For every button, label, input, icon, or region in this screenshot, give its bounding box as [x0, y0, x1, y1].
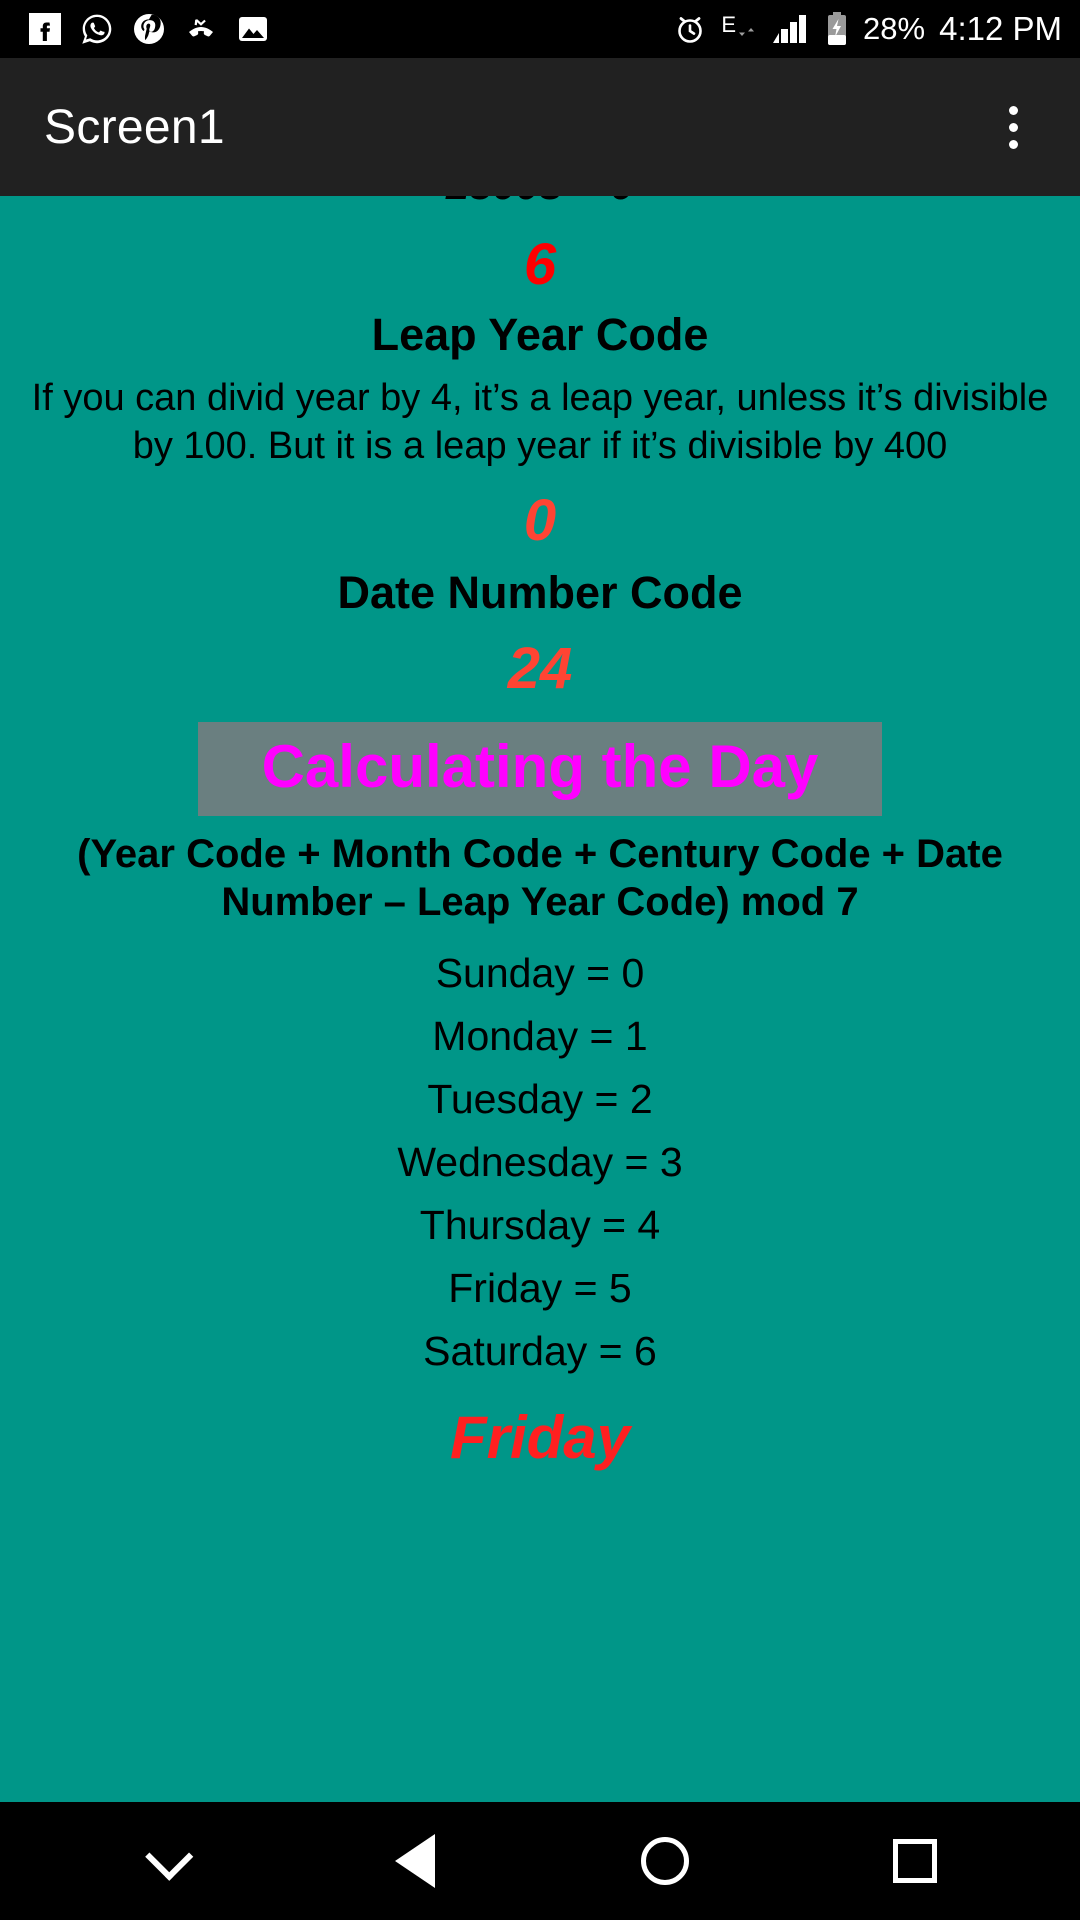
overflow-menu-icon[interactable] — [978, 92, 1048, 162]
status-bar: E 28% 4:12 PM — [0, 0, 1080, 58]
dot-3 — [1008, 139, 1018, 149]
leap-year-code-value: 0 — [523, 488, 557, 553]
dot-1 — [1008, 105, 1018, 115]
content-stack: 2300s = 0 6 Leap Year Code If you can di… — [0, 196, 1080, 1471]
status-bar-system: E 28% 4:12 PM — [673, 10, 1062, 48]
data-transfer-icon — [737, 14, 757, 44]
system-navigation-bar — [0, 1802, 1080, 1920]
list-item: Sunday = 0 — [435, 950, 645, 996]
leap-year-code-heading: Leap Year Code — [371, 309, 709, 360]
day-code-list: Sunday = 0 Monday = 1 Tuesday = 2 Wednes… — [6, 942, 1074, 1383]
pinterest-icon — [132, 12, 166, 46]
triangle-back-icon — [395, 1834, 435, 1888]
century-code-value: 6 — [523, 232, 557, 297]
missed-call-icon — [184, 12, 218, 46]
recents-icon[interactable] — [855, 1802, 975, 1920]
page-title: Screen1 — [44, 100, 225, 154]
whatsapp-icon — [80, 12, 114, 46]
phone-screen: E 28% 4:12 PM Screen1 6 Leap Year Code I… — [0, 0, 1080, 1920]
date-number-code-value: 24 — [507, 636, 573, 701]
list-item: Tuesday = 2 — [427, 1076, 653, 1122]
signal-bars-icon — [771, 13, 811, 45]
scrollable-content[interactable]: 2300s = 0 6 Leap Year Code If you can di… — [0, 196, 1080, 1802]
facebook-icon — [28, 12, 62, 46]
battery-charging-icon — [825, 11, 849, 47]
list-item: Wednesday = 3 — [397, 1139, 683, 1185]
circle-home-icon — [641, 1837, 689, 1885]
home-icon[interactable] — [605, 1802, 725, 1920]
status-bar-notifications — [28, 12, 270, 46]
square-recents-icon — [893, 1839, 937, 1883]
battery-percent-label: 28% — [863, 11, 926, 46]
day-formula-text: (Year Code + Month Code + Century Code +… — [77, 832, 1003, 924]
network-type-label: E — [721, 12, 737, 37]
hide-keyboard-icon[interactable] — [105, 1802, 225, 1920]
century-code-clipped-line: 2300s = 0 — [6, 196, 1074, 208]
list-item: Monday = 1 — [432, 1013, 648, 1059]
calculating-the-day-banner: Calculating the Day — [198, 722, 882, 816]
dot-2 — [1008, 122, 1018, 132]
date-number-code-heading: Date Number Code — [337, 567, 743, 618]
app-bar: Screen1 — [0, 58, 1080, 196]
calculating-the-day-banner-wrap: Calculating the Day — [6, 722, 1074, 816]
calculated-day-result: Friday — [449, 1404, 631, 1471]
chevron-down-icon — [145, 1832, 194, 1881]
leap-year-rule-text: If you can divid year by 4, it’s a leap … — [31, 377, 1049, 467]
alarm-icon — [673, 12, 707, 46]
list-item: Friday = 5 — [448, 1265, 632, 1311]
image-icon — [236, 12, 270, 46]
back-icon[interactable] — [355, 1802, 475, 1920]
list-item: Thursday = 4 — [419, 1202, 661, 1248]
network-type-indicator: E — [721, 14, 757, 44]
list-item: Saturday = 6 — [423, 1328, 657, 1374]
clock-label: 4:12 PM — [939, 10, 1062, 47]
